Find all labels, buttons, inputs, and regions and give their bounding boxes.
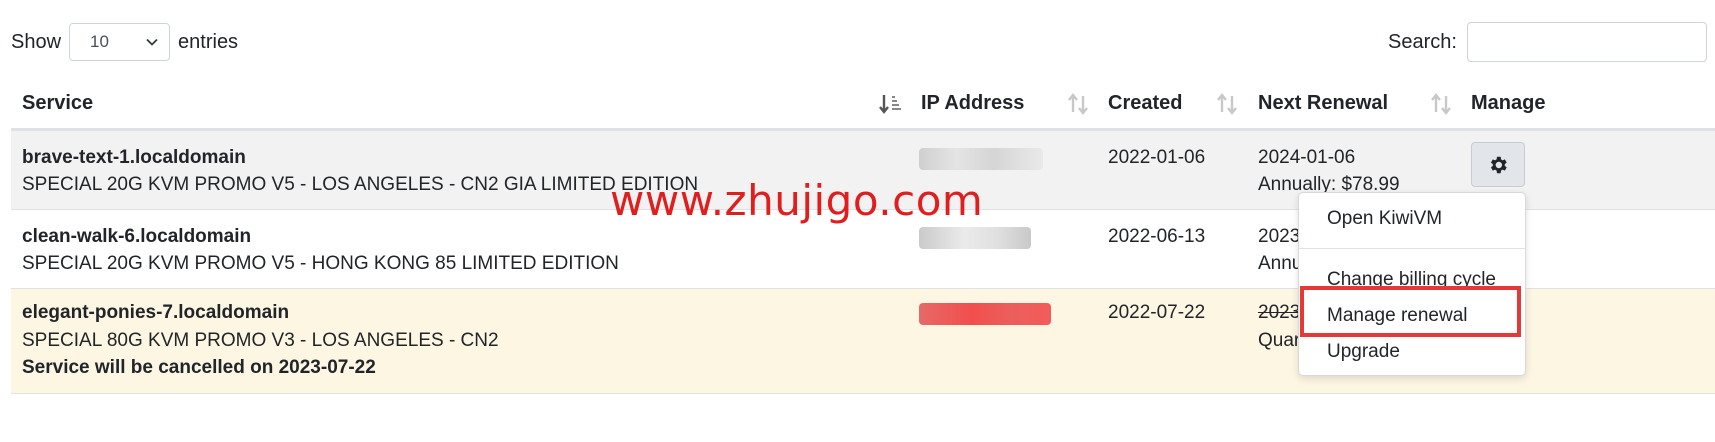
search-input[interactable] <box>1466 22 1707 62</box>
service-name[interactable]: clean-walk-6.localdomain <box>22 223 251 251</box>
service-plan: SPECIAL 20G KVM PROMO V5 - LOS ANGELES -… <box>22 174 699 195</box>
next-renewal-date: 2024-01-06 <box>1258 147 1356 168</box>
annotation-highlight-box <box>1300 286 1521 337</box>
search-control: Search: <box>1388 22 1707 62</box>
table-header: Service IP Address Created Next Renewal … <box>11 78 1715 131</box>
cancellation-notice: Service will be cancelled on 2023-07-22 <box>22 357 376 378</box>
column-header-service[interactable]: Service <box>22 78 93 128</box>
chevron-down-icon <box>146 38 158 46</box>
ip-address-redacted <box>919 227 1031 249</box>
billing-amount: Quar <box>1258 330 1301 351</box>
column-header-next-renewal[interactable]: Next Renewal <box>1258 78 1388 128</box>
column-header-manage: Manage <box>1471 91 1546 114</box>
entries-length-control: Show 10 entries <box>11 22 238 62</box>
manage-button[interactable] <box>1471 142 1525 187</box>
menu-item-open-kiwivm[interactable]: Open KiwiVM <box>1327 208 1442 230</box>
manage-dropdown-menu: Open KiwiVM Change billing cycle Manage … <box>1298 192 1526 376</box>
billing-amount: Annu <box>1258 253 1303 274</box>
ip-address-redacted <box>919 148 1043 170</box>
entries-label: entries <box>178 30 239 53</box>
sort-icon[interactable] <box>1065 91 1091 117</box>
show-label: Show <box>11 30 62 53</box>
service-name[interactable]: brave-text-1.localdomain <box>22 144 246 172</box>
search-label: Search: <box>1388 30 1457 53</box>
gear-icon <box>1490 156 1507 173</box>
next-renewal-date: 2023 <box>1258 226 1301 247</box>
entries-select-value: 10 <box>90 32 109 51</box>
next-renewal-date: 2023 <box>1258 302 1301 323</box>
ip-address-redacted <box>919 303 1051 325</box>
sort-icon[interactable] <box>1214 91 1240 117</box>
service-plan: SPECIAL 80G KVM PROMO V3 - LOS ANGELES -… <box>22 330 499 351</box>
created-date: 2022-07-22 <box>1108 302 1206 323</box>
service-name[interactable]: elegant-ponies-7.localdomain <box>22 299 289 327</box>
column-header-ip-address[interactable]: IP Address <box>921 78 1024 128</box>
entries-select[interactable]: 10 <box>69 23 171 61</box>
sort-icon[interactable] <box>1428 91 1454 117</box>
menu-divider <box>1299 248 1525 249</box>
created-date: 2022-01-06 <box>1108 147 1206 168</box>
watermark: www.zhujigo.com <box>610 176 984 225</box>
sort-desc-icon[interactable] <box>877 91 903 117</box>
column-header-created[interactable]: Created <box>1108 78 1182 128</box>
service-plan: SPECIAL 20G KVM PROMO V5 - HONG KONG 85 … <box>22 253 619 274</box>
menu-item-upgrade[interactable]: Upgrade <box>1327 341 1400 363</box>
created-date: 2022-06-13 <box>1108 226 1206 247</box>
